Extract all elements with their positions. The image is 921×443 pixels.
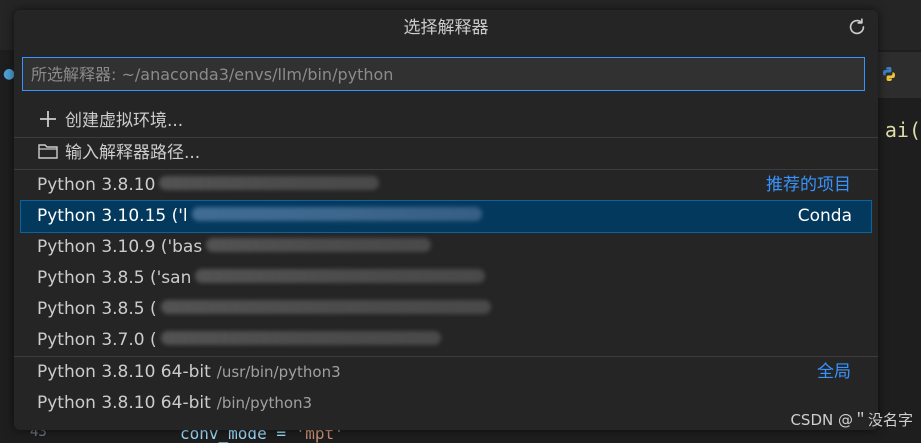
interpreter-search-box[interactable] — [22, 57, 865, 91]
interpreter-item[interactable]: Python 3.8.5 ( — [14, 294, 878, 325]
global-interpreter-item[interactable]: Python 3.8.10 64-bit/usr/bin/python3 全局 — [14, 356, 878, 388]
enter-path-label: 输入解释器路径... — [65, 143, 201, 163]
interpreter-label: Python 3.7.0 ( — [37, 330, 157, 350]
global-tag: 全局 — [817, 362, 851, 382]
redacted-path — [160, 300, 491, 314]
interpreter-item[interactable]: Python 3.8.5 ('san — [14, 263, 878, 294]
editor-tab-right[interactable] — [877, 52, 921, 98]
refresh-icon[interactable] — [846, 16, 868, 38]
interpreter-label: Python 3.8.5 ( — [37, 299, 157, 319]
interpreter-label: Python 3.10.9 ('bas — [37, 237, 203, 257]
global-interpreter-item[interactable]: Python 3.8.10 64-bit/bin/python3 — [14, 388, 878, 419]
python-file-icon — [883, 67, 895, 81]
interpreter-list: 创建虚拟环境... 输入解释器路径... Python 3.8.10 推荐的项目… — [14, 106, 878, 419]
interpreter-search-input[interactable] — [23, 58, 864, 90]
interpreter-item[interactable]: Python 3.8.10 推荐的项目 — [14, 169, 878, 201]
interpreter-label: Python 3.8.10 64-bit — [37, 362, 211, 382]
quick-pick-title-text: 选择解释器 — [403, 18, 489, 38]
conda-tag: Conda — [797, 206, 852, 226]
redacted-path — [206, 238, 432, 252]
watermark: CSDN @＂没名字 — [790, 411, 913, 429]
create-venv-item[interactable]: 创建虚拟环境... — [14, 106, 878, 137]
background-code-snippet: ai( — [884, 118, 921, 142]
create-venv-label: 创建虚拟环境... — [65, 111, 184, 131]
folder-icon — [38, 144, 58, 159]
redacted-path — [191, 207, 482, 221]
interpreter-path: /usr/bin/python3 — [216, 363, 341, 381]
interpreter-item[interactable]: Python 3.10.9 ('bas — [14, 232, 878, 263]
editor-tab-left[interactable]: ● — [0, 52, 15, 98]
redacted-path — [195, 269, 486, 283]
quick-pick-title: 选择解释器 — [14, 10, 878, 46]
interpreter-label: Python 3.8.5 ('san — [37, 268, 192, 288]
redacted-path — [160, 331, 441, 345]
interpreter-label: Python 3.10.15 ('l — [37, 206, 188, 226]
recommended-tag: 推荐的项目 — [766, 175, 851, 195]
interpreter-path: /bin/python3 — [216, 394, 313, 412]
redacted-path — [159, 176, 380, 190]
interpreter-label: Python 3.8.10 64-bit — [37, 393, 211, 413]
plus-icon — [40, 111, 56, 127]
interpreter-item[interactable]: Python 3.7.0 ( — [14, 325, 878, 356]
enter-path-item[interactable]: 输入解释器路径... — [14, 137, 878, 169]
interpreter-label: Python 3.8.10 — [37, 175, 156, 195]
interpreter-item-selected[interactable]: Python 3.10.15 ('l Conda — [20, 200, 872, 233]
interpreter-quick-pick: 选择解释器 创建虚拟环境... 输入解释器路径... Python 3.8.10… — [14, 10, 878, 430]
